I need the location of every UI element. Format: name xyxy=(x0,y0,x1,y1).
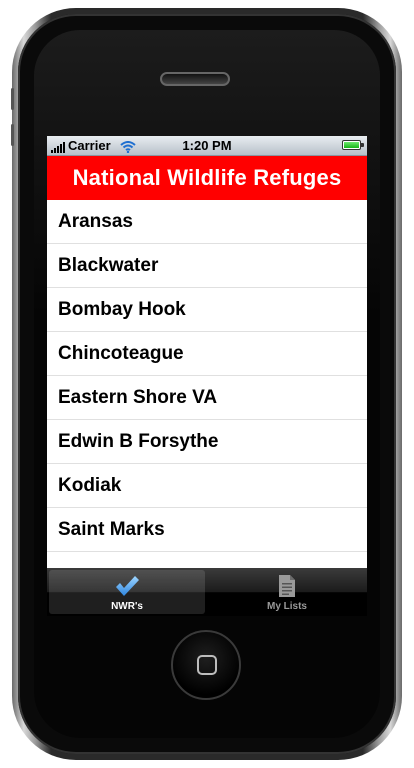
home-button[interactable] xyxy=(171,630,241,700)
list-item-label: Blackwater xyxy=(58,254,159,276)
checkmark-icon xyxy=(116,576,139,596)
list-item[interactable]: Eastern Shore VA xyxy=(47,376,367,420)
tab-label: NWR's xyxy=(111,601,143,612)
list-item-label: Edwin B Forsythe xyxy=(58,430,219,452)
status-time: 1:20 PM xyxy=(182,138,232,153)
earpiece-speaker xyxy=(160,72,230,86)
list-item[interactable]: Blackwater xyxy=(47,244,367,288)
document-icon xyxy=(279,575,295,597)
list-item-label: Chincoteague xyxy=(58,342,184,364)
battery-icon xyxy=(342,140,361,150)
list-item[interactable]: Chincoteague xyxy=(47,332,367,376)
tab-label: My Lists xyxy=(266,601,307,612)
list-item-label: Saint Marks xyxy=(58,518,165,540)
list-item-label: Bombay Hook xyxy=(58,298,186,320)
list-item[interactable]: Kodiak xyxy=(47,464,367,508)
refuge-list[interactable]: Aransas Blackwater Bombay Hook Chincotea… xyxy=(47,200,367,568)
list-item[interactable]: Bombay Hook xyxy=(47,288,367,332)
list-item[interactable]: Saint Marks xyxy=(47,508,367,552)
navigation-bar: National Wildlife Refuges xyxy=(47,156,367,200)
volume-button xyxy=(11,88,14,110)
list-item-label: Kodiak xyxy=(58,474,122,496)
app-screen: Carrier 1:20 PM National Wildlife Refuge… xyxy=(47,136,367,616)
volume-button xyxy=(11,124,14,146)
tab-my-lists[interactable]: My Lists xyxy=(209,570,365,614)
list-item-label: Aransas xyxy=(58,210,133,232)
tab-bar: NWR's My Lists xyxy=(47,568,367,616)
home-square-icon xyxy=(197,655,217,675)
tab-nwrs[interactable]: NWR's xyxy=(49,570,205,614)
status-bar: Carrier 1:20 PM xyxy=(47,136,367,156)
battery-nub xyxy=(361,143,364,147)
page-title: National Wildlife Refuges xyxy=(72,165,342,190)
list-item[interactable]: Edwin B Forsythe xyxy=(47,420,367,464)
list-item-label: Eastern Shore VA xyxy=(58,386,218,408)
list-item[interactable]: Aransas xyxy=(47,200,367,244)
